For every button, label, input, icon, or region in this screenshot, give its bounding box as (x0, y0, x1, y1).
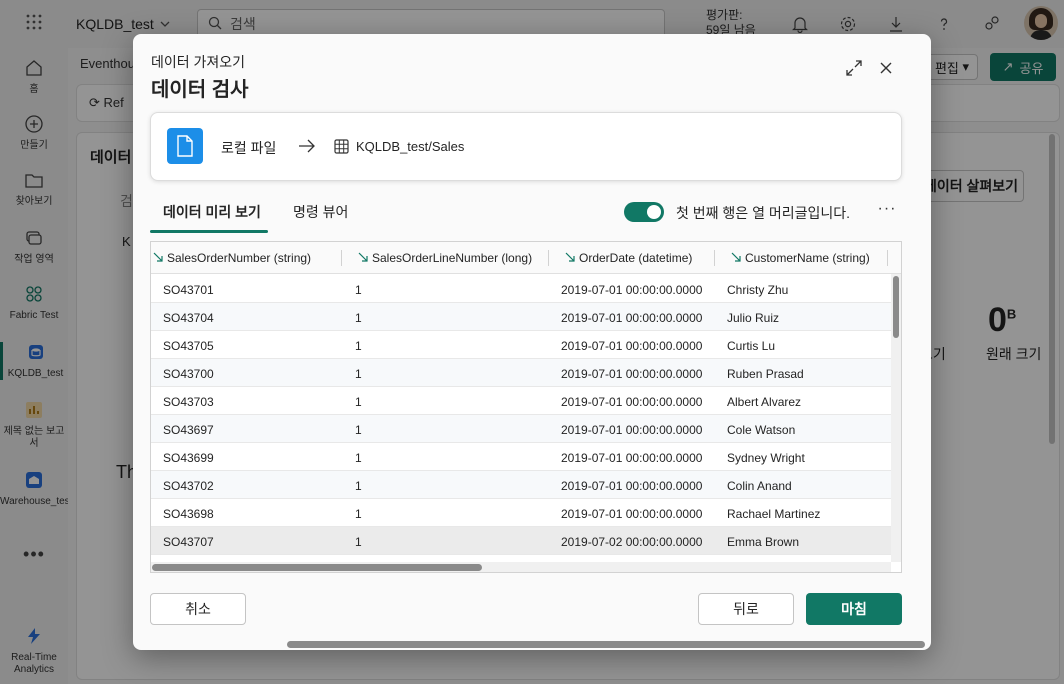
table-cell: 2019-07-01 00:00:00.0000 (561, 367, 703, 381)
table-row[interactable]: SO43699 1 2019-07-01 00:00:00.0000 Sydney W… (151, 443, 891, 471)
column-sort-icon (731, 251, 741, 265)
table-cell: 2019-07-01 00:00:00.0000 (561, 283, 703, 297)
cancel-button[interactable]: 취소 (150, 593, 246, 625)
tab-data-preview[interactable]: 데이터 미리 보기 (163, 202, 261, 222)
column-divider[interactable] (548, 250, 549, 266)
table-row[interactable]: SO43698 1 2019-07-01 00:00:00.0000 Rachael … (151, 499, 891, 527)
table-cell: 1 (355, 283, 362, 297)
finish-button[interactable]: 마침 (806, 593, 902, 625)
table-cell: 1 (355, 395, 362, 409)
table-cell: 2019-07-01 00:00:00.0000 (561, 311, 703, 325)
close-icon[interactable] (874, 56, 898, 80)
source-label: 로컬 파일 (221, 140, 277, 156)
table-cell: 2019-07-01 00:00:00.0000 (561, 507, 703, 521)
table-cell: 1 (355, 535, 362, 549)
destination-label: KQLDB_test/Sales (356, 139, 465, 154)
table-cell: SO43704 (163, 311, 214, 325)
dialog-subtitle: 데이터 가져오기 (151, 54, 246, 70)
grid-horizontal-scroll-thumb[interactable] (152, 564, 482, 571)
get-data-dialog: 데이터 가져오기 데이터 검사 로컬 파일 KQLDB_test/Sales 데… (133, 34, 931, 650)
column-divider[interactable] (714, 250, 715, 266)
table-cell: 2019-07-02 00:00:00.0000 (561, 535, 703, 549)
back-button[interactable]: 뒤로 (698, 593, 794, 625)
table-cell: Sydney Wright (727, 451, 805, 465)
table-cell: SO43705 (163, 339, 214, 353)
table-cell: SO43707 (163, 535, 214, 549)
table-cell: Emma Brown (727, 535, 800, 549)
table-row[interactable]: SO43704 1 2019-07-01 00:00:00.0000 Julio Ru… (151, 303, 891, 331)
table-cell: Julio Ruiz (727, 311, 780, 325)
table-cell: SO43697 (163, 423, 214, 437)
source-destination-card: 로컬 파일 KQLDB_test/Sales (150, 112, 902, 181)
table-row[interactable]: SO43703 1 2019-07-01 00:00:00.0000 Albert A… (151, 387, 891, 415)
table-cell: Rachael Martinez (727, 507, 821, 521)
table-cell: 1 (355, 479, 362, 493)
table-cell: SO43703 (163, 395, 214, 409)
table-cell: 1 (355, 423, 362, 437)
table-row[interactable]: SO43701 1 2019-07-01 00:00:00.0000 Christy … (151, 275, 891, 303)
table-cell: SO43700 (163, 367, 214, 381)
table-cell: 1 (355, 367, 362, 381)
table-cell: 2019-07-01 00:00:00.0000 (561, 451, 703, 465)
column-header-salesorderlinenumber[interactable]: SalesOrderLineNumber (long) (356, 242, 532, 274)
arrow-right-icon (297, 137, 317, 155)
table-cell: 2019-07-01 00:00:00.0000 (561, 423, 703, 437)
dialog-title: 데이터 검사 (151, 79, 249, 101)
column-header-salesordernumber[interactable]: SalesOrderNumber (string) (151, 242, 311, 274)
column-sort-icon (358, 251, 368, 265)
table-cell: Albert Alvarez (727, 395, 802, 409)
table-cell: SO43701 (163, 283, 214, 297)
table-row[interactable]: SO43705 1 2019-07-01 00:00:00.0000 Curtis L… (151, 331, 891, 359)
table-cell: 2019-07-01 00:00:00.0000 (561, 339, 703, 353)
column-sort-icon (565, 251, 575, 265)
table-cell: 1 (355, 451, 362, 465)
table-cell: SO43699 (163, 451, 214, 465)
table-row[interactable]: SO43702 1 2019-07-01 00:00:00.0000 Colin An… (151, 471, 891, 499)
tab-command-viewer[interactable]: 명령 뷰어 (293, 202, 348, 222)
grid-vertical-scroll-thumb[interactable] (893, 276, 899, 338)
table-cell: 2019-07-01 00:00:00.0000 (561, 395, 703, 409)
column-divider[interactable] (887, 250, 888, 266)
table-icon (334, 139, 349, 154)
column-header-customername[interactable]: CustomerName (string) (729, 242, 870, 274)
first-row-header-label: 첫 번째 행은 열 머리글입니다. (676, 205, 851, 221)
column-header-orderdate[interactable]: OrderDate (datetime) (563, 242, 692, 274)
table-cell: Colin Anand (727, 479, 792, 493)
table-cell: Curtis Lu (727, 339, 776, 353)
table-cell: Christy Zhu (727, 283, 789, 297)
column-header-label: OrderDate (datetime) (579, 251, 693, 265)
table-row[interactable]: SO43707 1 2019-07-02 00:00:00.0000 Emma Bro… (151, 527, 891, 555)
table-cell: Cole Watson (727, 423, 796, 437)
more-options-icon[interactable]: ··· (875, 200, 899, 222)
data-preview-grid: SalesOrderNumber (string) SalesOrderLine… (150, 241, 902, 573)
table-cell: Ruben Prasad (727, 367, 804, 381)
table-cell: 1 (355, 507, 362, 521)
table-row[interactable]: SO43697 1 2019-07-01 00:00:00.0000 Cole Wat… (151, 415, 891, 443)
column-header-label: CustomerName (string) (745, 251, 870, 265)
table-row[interactable]: SO43700 1 2019-07-01 00:00:00.0000 Ruben Pr… (151, 359, 891, 387)
dialog-horizontal-scrollbar[interactable] (287, 641, 925, 648)
table-cell: 2019-07-01 00:00:00.0000 (561, 479, 703, 493)
column-header-label: SalesOrderNumber (string) (167, 251, 312, 265)
table-cell: 1 (355, 311, 362, 325)
column-header-label: SalesOrderLineNumber (long) (372, 251, 533, 265)
table-cell: 1 (355, 339, 362, 353)
grid-header: SalesOrderNumber (string) SalesOrderLine… (151, 242, 901, 274)
active-tab-indicator (150, 230, 268, 233)
table-cell: SO43702 (163, 479, 214, 493)
column-sort-icon (153, 251, 163, 265)
table-cell: SO43698 (163, 507, 214, 521)
expand-icon[interactable] (842, 56, 866, 80)
file-icon (167, 128, 203, 164)
first-row-header-toggle[interactable] (624, 202, 664, 222)
column-divider[interactable] (341, 250, 342, 266)
